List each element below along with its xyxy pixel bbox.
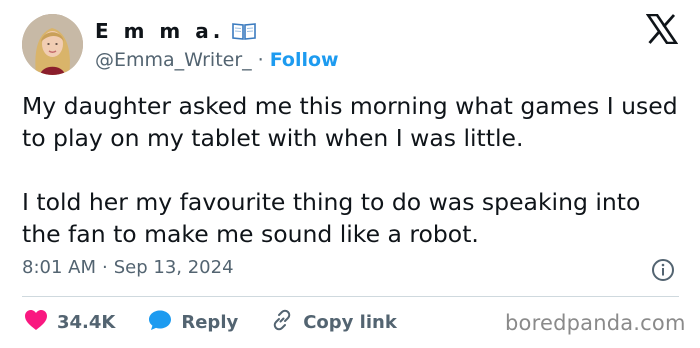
author-handle[interactable]: @Emma_Writer_ — [95, 49, 252, 71]
x-logo-icon[interactable] — [645, 13, 679, 45]
timestamp-separator: · — [102, 257, 108, 278]
reply-label: Reply — [181, 311, 239, 333]
reply-button[interactable]: Reply — [148, 309, 238, 336]
info-icon[interactable] — [651, 258, 675, 282]
open-book-icon — [232, 22, 257, 40]
like-count: 34.4K — [57, 311, 116, 333]
like-button[interactable]: 34.4K — [24, 309, 115, 336]
tweet-time: 8:01 AM — [22, 257, 96, 278]
author-name-row: E m m a. — [95, 19, 257, 43]
tweet-card: E m m a. @Emma_Writer_ · Follow My daugh… — [0, 0, 700, 348]
action-bar: 34.4K Reply Copy link — [24, 306, 397, 338]
tweet-date: Sep 13, 2024 — [113, 257, 234, 278]
copy-link-label: Copy link — [303, 311, 397, 333]
avatar[interactable] — [22, 14, 83, 75]
author-handle-row: @Emma_Writer_ · Follow — [95, 49, 339, 71]
tweet-timestamp[interactable]: 8:01 AM · Sep 13, 2024 — [22, 257, 234, 278]
watermark: boredpanda.com — [505, 311, 686, 335]
heart-icon — [24, 309, 48, 336]
follow-button[interactable]: Follow — [270, 49, 339, 71]
reply-bubble-icon — [148, 309, 172, 336]
handle-separator: · — [257, 49, 264, 71]
tweet-text: My daughter asked me this morning what g… — [22, 92, 678, 248]
author-display-name[interactable]: E m m a. — [95, 19, 224, 43]
divider — [22, 296, 679, 297]
link-icon — [270, 308, 294, 337]
copy-link-button[interactable]: Copy link — [270, 308, 397, 337]
